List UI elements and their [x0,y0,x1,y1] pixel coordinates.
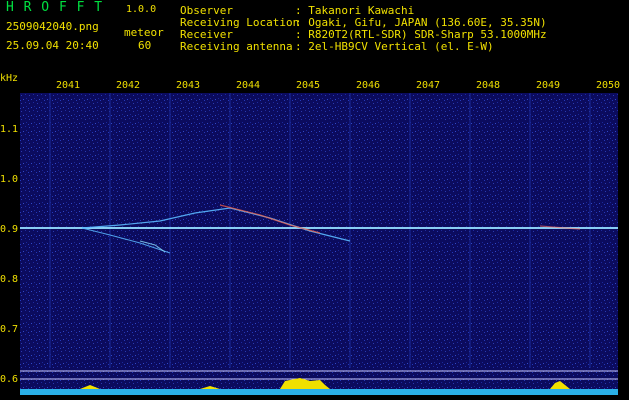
x-tick-2041: 2041 [55,80,81,91]
x-tick-2049: 2049 [535,80,561,91]
x-tick-2044: 2044 [235,80,261,91]
spectrogram-svg [20,93,618,395]
y-tick-0-6: 0.6 [0,374,19,385]
x-tick-2048: 2048 [475,80,501,91]
filename: 2509042040.png [6,20,99,33]
header-panel: H R O F F T 1.0.0 2509042040.png 25.09.0… [0,0,629,72]
y-tick-0-7: 0.7 [0,324,19,335]
spectrogram-panel [20,93,618,395]
y-tick-1-1: 1.1 [0,124,19,135]
x-tick-2050: 2050 [595,80,621,91]
y-tick-1-0: 1.0 [0,174,19,185]
y-tick-0-8: 0.8 [0,274,19,285]
x-tick-2046: 2046 [355,80,381,91]
meteor-label: meteor [124,26,164,39]
datetime: 25.09.04 20:40 [6,39,99,52]
x-tick-2042: 2042 [115,80,141,91]
x-tick-2045: 2045 [295,80,321,91]
y-tick-0-9: 0.9 [0,224,19,235]
antenna-value: : 2el-HB9CV Vertical (el. E-W) [295,40,494,53]
antenna-label: Receiving antenna [180,40,293,53]
y-unit-label: kHz [0,73,19,84]
meteor-count: 60 [138,39,152,52]
activity-floor [20,389,618,395]
app-version: 1.0.0 [126,4,157,15]
app-logo: H R O F F T [6,0,104,15]
x-tick-2047: 2047 [415,80,441,91]
x-tick-2043: 2043 [175,80,201,91]
